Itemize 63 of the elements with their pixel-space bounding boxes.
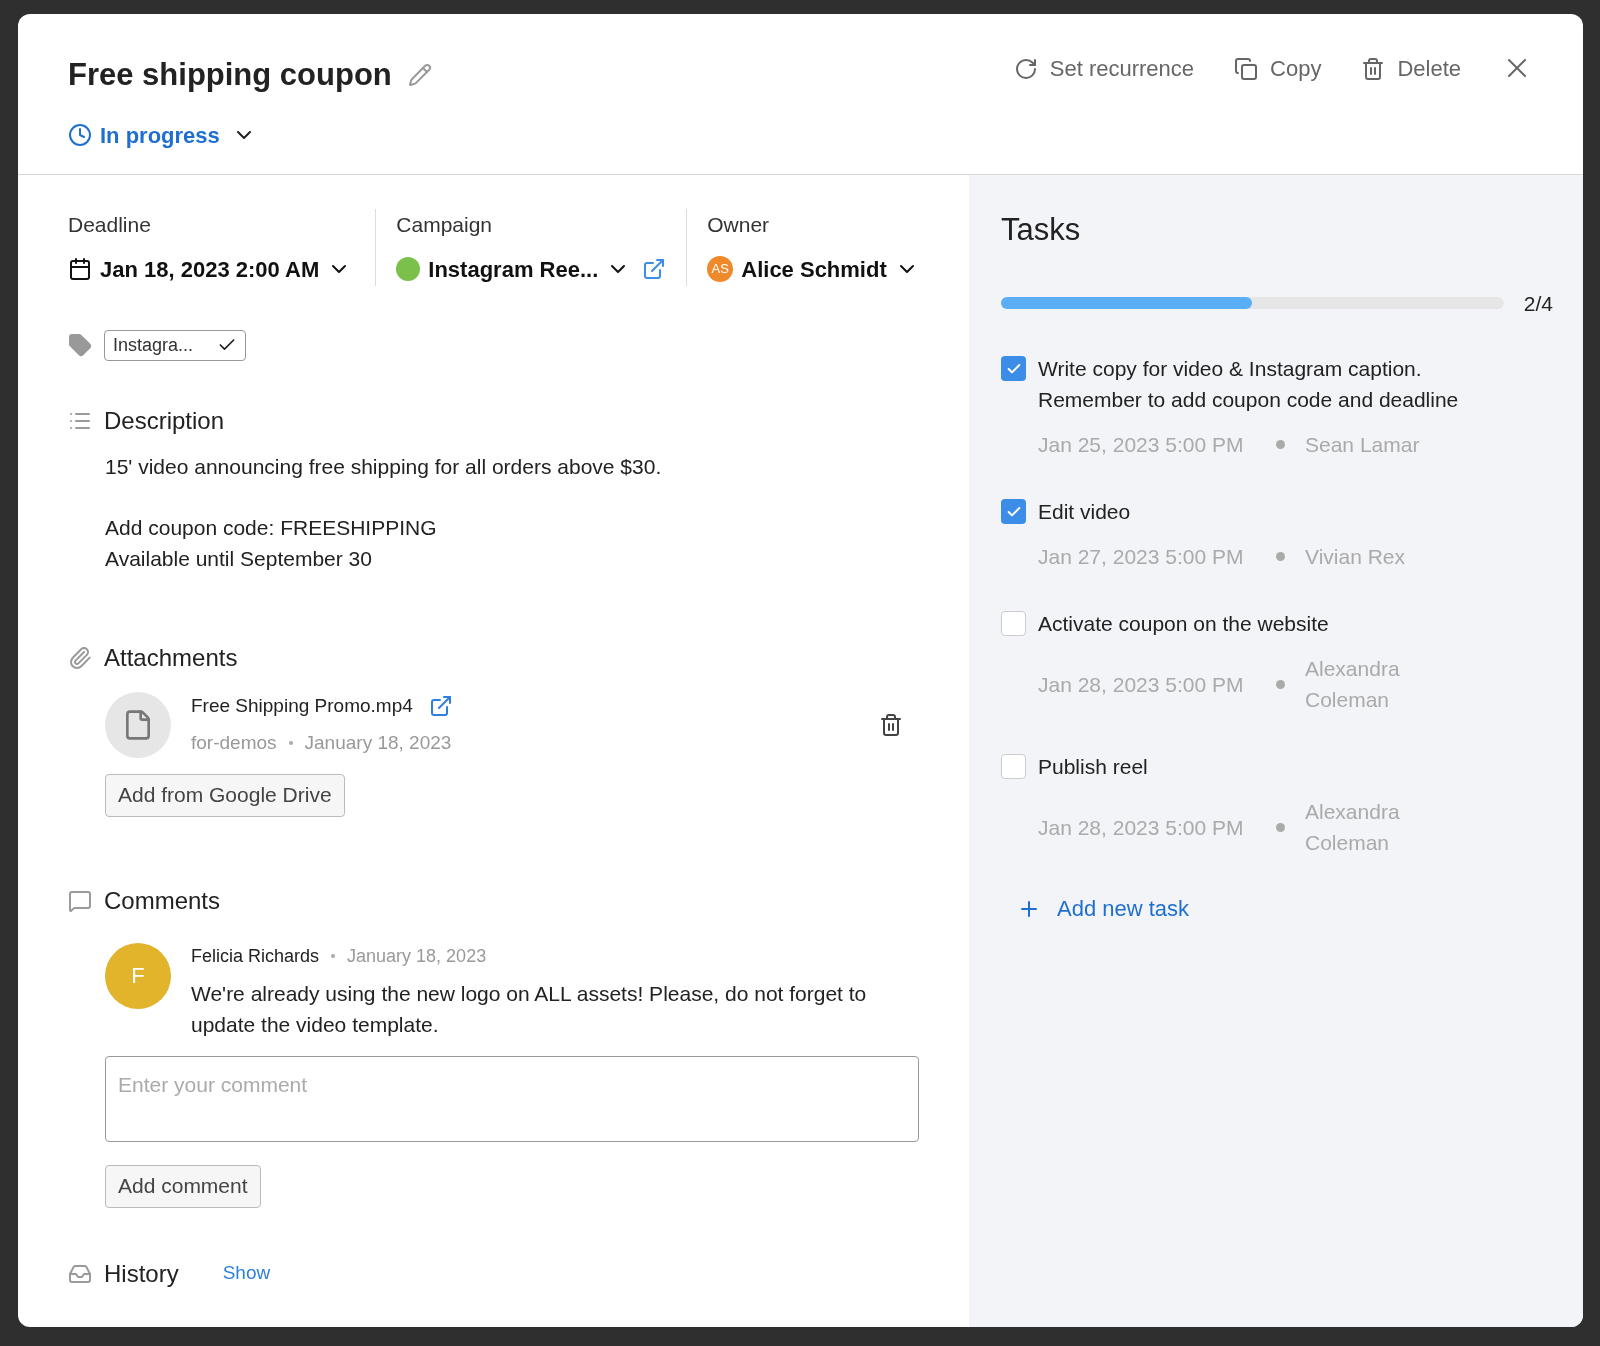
section-title: History xyxy=(104,1258,179,1289)
task-text: Activate coupon on the website xyxy=(1038,611,1330,637)
task-assignee: Vivian Rex xyxy=(1305,544,1406,570)
task-date: Jan 25, 2023 5:00 PM xyxy=(1038,432,1245,458)
status-dropdown[interactable]: In progress xyxy=(68,118,432,152)
section-title: Comments xyxy=(104,885,221,916)
task-text: Write copy for video & Instagram caption. Remember to add coupon code and deadline xyxy=(1038,356,1460,413)
description-text: Add coupon code: FREESHIPPING Available until September 30 xyxy=(105,514,438,572)
task-assignee: Alexandra Coleman xyxy=(1305,656,1401,713)
file-source: for-demos xyxy=(191,730,277,755)
show-history-link[interactable]: Show xyxy=(222,1259,271,1288)
file-date: January 18, 2023 xyxy=(304,730,452,755)
task-assignee: Sean Lamar xyxy=(1305,432,1420,458)
owner-dropdown[interactable]: AS Alice Schmidt xyxy=(707,252,919,286)
task-text: Edit video xyxy=(1038,499,1132,525)
task-date: Jan 28, 2023 5:00 PM xyxy=(1038,671,1245,698)
action-button[interactable]: Copy xyxy=(1234,52,1322,85)
task-checkbox[interactable] xyxy=(1001,754,1026,779)
field-label: Owner xyxy=(707,212,771,238)
section-title: Description xyxy=(104,405,225,436)
progress-count: 2/4 xyxy=(1523,290,1553,317)
comment-author: Felicia Richards xyxy=(191,944,320,968)
clock-icon xyxy=(68,123,92,147)
refresh-icon xyxy=(1013,56,1038,81)
avatar: F xyxy=(105,942,171,1009)
avatar: AS xyxy=(707,256,734,282)
description-text: 15' video announcing free shipping for all orders above $30. xyxy=(105,453,663,480)
field-label: Campaign xyxy=(396,212,494,238)
task-checkbox[interactable] xyxy=(1001,356,1026,381)
tag-chip[interactable]: Instagra... xyxy=(104,329,247,361)
pencil-icon xyxy=(407,63,432,88)
calendar-icon xyxy=(68,257,92,281)
comment-text: We're already using the new logo on ALL assets! Please, do not forget to update the video template. xyxy=(191,980,868,1038)
comment-input[interactable]: Enter your comment xyxy=(105,1055,919,1142)
task-checkbox[interactable] xyxy=(1001,499,1026,524)
action-button[interactable]: Delete xyxy=(1361,52,1461,85)
external-link-icon[interactable] xyxy=(428,694,453,719)
add-from-drive-button[interactable]: Add from Google Drive xyxy=(105,773,345,817)
comment-date: January 18, 2023 xyxy=(347,944,487,968)
task-assignee: Alexandra Coleman xyxy=(1305,799,1401,856)
trash-icon xyxy=(879,712,903,737)
deadline-dropdown[interactable]: Jan 18, 2023 2:00 AM xyxy=(68,252,352,286)
task-date: Jan 27, 2023 5:00 PM xyxy=(1038,544,1245,570)
copy-icon xyxy=(1234,56,1259,81)
add-comment-button[interactable]: Add comment xyxy=(105,1164,261,1208)
external-link-icon[interactable] xyxy=(642,257,667,281)
section-title: Attachments xyxy=(104,642,238,673)
trash-icon xyxy=(1361,56,1386,81)
action-button[interactable]: Set recurrence xyxy=(1013,52,1195,85)
edit-button[interactable] xyxy=(407,63,432,88)
panel-title: Tasks xyxy=(1001,212,1081,247)
task-checkbox[interactable] xyxy=(1001,611,1026,636)
paperclip-icon xyxy=(68,645,92,670)
tag-icon xyxy=(68,333,92,357)
task-title: Free shipping coupon xyxy=(68,56,392,94)
file-name: Free Shipping Promo.mp4 xyxy=(191,694,413,718)
add-task-button[interactable]: Add new task xyxy=(1017,892,1190,925)
speech-bubble-icon xyxy=(68,888,92,913)
field-label: Deadline xyxy=(68,212,152,238)
task-text: Publish reel xyxy=(1038,754,1149,780)
delete-file-button[interactable] xyxy=(879,712,903,737)
task-date: Jan 28, 2023 5:00 PM xyxy=(1038,814,1245,841)
campaign-dropdown[interactable]: Instagram Ree... xyxy=(396,252,631,286)
